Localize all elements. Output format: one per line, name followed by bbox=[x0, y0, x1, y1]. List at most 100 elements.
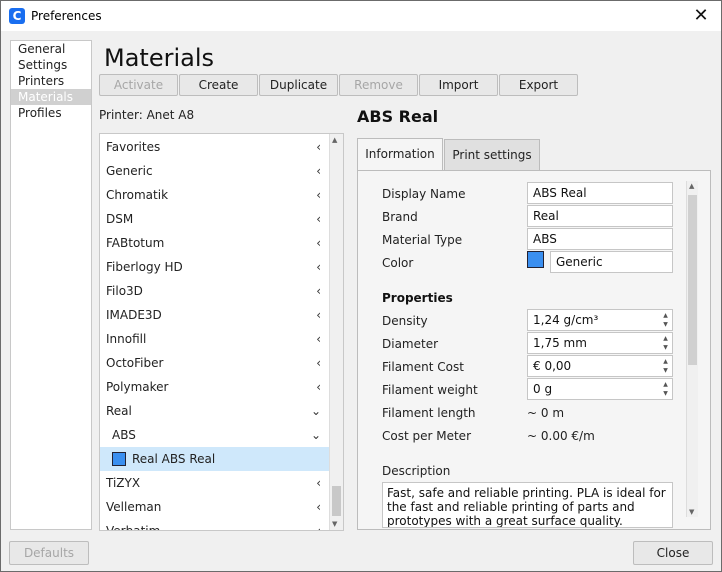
information-panel-scrollbar[interactable]: ▲ ▼ bbox=[686, 181, 698, 517]
material-detail-title: ABS Real bbox=[357, 107, 439, 126]
cost-per-meter-label: Cost per Meter bbox=[382, 429, 471, 443]
list-item-label: Velleman bbox=[106, 500, 162, 514]
list-item-fiberlogy-hd[interactable]: Fiberlogy HD ‹ bbox=[100, 255, 329, 279]
remove-button[interactable]: Remove bbox=[339, 74, 418, 96]
material-list-scrollbar[interactable]: ▲ ▼ bbox=[329, 134, 343, 530]
diameter-stepper[interactable]: 1,75 mm ▲ ▼ bbox=[527, 332, 673, 354]
list-item-chromatik[interactable]: Chromatik ‹ bbox=[100, 183, 329, 207]
diameter-value: 1,75 mm bbox=[533, 336, 587, 350]
list-item-fabtotum[interactable]: FABtotum ‹ bbox=[100, 231, 329, 255]
list-item-velleman[interactable]: Velleman ‹ bbox=[100, 495, 329, 519]
chevron-left-icon[interactable]: ‹ bbox=[316, 159, 321, 183]
title-bar: C Preferences ✕ bbox=[0, 0, 722, 31]
chevron-left-icon[interactable]: ‹ bbox=[316, 471, 321, 495]
list-item-polymaker[interactable]: Polymaker ‹ bbox=[100, 375, 329, 399]
scrollbar-thumb[interactable] bbox=[688, 195, 697, 365]
sidebar-item-materials[interactable]: Materials bbox=[11, 89, 91, 105]
filament-cost-value: € 0,00 bbox=[533, 359, 572, 373]
sidebar-item-general[interactable]: General bbox=[11, 41, 91, 57]
brand-field[interactable]: Real bbox=[527, 205, 673, 227]
cost-per-meter-value: ~ 0.00 €/m bbox=[527, 429, 595, 443]
list-item-verbatim[interactable]: Verbatim ‹ bbox=[100, 519, 329, 531]
scroll-up-icon[interactable]: ▲ bbox=[689, 182, 694, 190]
page-title: Materials bbox=[104, 44, 215, 72]
close-icon[interactable]: ✕ bbox=[691, 4, 711, 28]
filament-weight-label: Filament weight bbox=[382, 383, 478, 397]
diameter-spin-arrows[interactable]: ▲ ▼ bbox=[660, 334, 671, 352]
list-item-abs[interactable]: ABS ⌄ bbox=[100, 423, 329, 447]
list-item-label: ABS bbox=[112, 428, 136, 442]
list-item-label: Verbatim bbox=[106, 524, 161, 531]
density-label: Density bbox=[382, 314, 428, 328]
tab-print-settings[interactable]: Print settings bbox=[444, 139, 540, 170]
filament-cost-label: Filament Cost bbox=[382, 360, 464, 374]
display-name-label: Display Name bbox=[382, 187, 466, 201]
list-item-dsm[interactable]: DSM ‹ bbox=[100, 207, 329, 231]
list-item-label: Favorites bbox=[106, 140, 161, 154]
sidebar-item-profiles[interactable]: Profiles bbox=[11, 105, 91, 121]
list-item-octofiber[interactable]: OctoFiber ‹ bbox=[100, 351, 329, 375]
list-item-generic[interactable]: Generic ‹ bbox=[100, 159, 329, 183]
material-type-field[interactable]: ABS bbox=[527, 228, 673, 250]
description-textarea[interactable]: Fast, safe and reliable printing. PLA is… bbox=[382, 482, 673, 528]
chevron-left-icon[interactable]: ‹ bbox=[316, 207, 321, 231]
list-item-label: Real bbox=[106, 404, 132, 418]
density-stepper[interactable]: 1,24 g/cm³ ▲ ▼ bbox=[527, 309, 673, 331]
list-item-label: Fiberlogy HD bbox=[106, 260, 183, 274]
filament-cost-spin-arrows[interactable]: ▲ ▼ bbox=[660, 357, 671, 375]
scroll-up-icon[interactable]: ▲ bbox=[332, 136, 337, 144]
list-item-label: Filo3D bbox=[106, 284, 143, 298]
chevron-down-icon[interactable]: ⌄ bbox=[311, 399, 321, 423]
sidebar-item-settings[interactable]: Settings bbox=[11, 57, 91, 73]
defaults-button[interactable]: Defaults bbox=[9, 541, 89, 565]
filament-cost-stepper[interactable]: € 0,00 ▲ ▼ bbox=[527, 355, 673, 377]
chevron-left-icon[interactable]: ‹ bbox=[316, 375, 321, 399]
brand-label: Brand bbox=[382, 210, 418, 224]
chevron-left-icon[interactable]: ‹ bbox=[316, 255, 321, 279]
chevron-left-icon[interactable]: ‹ bbox=[316, 519, 321, 530]
chevron-left-icon[interactable]: ‹ bbox=[316, 279, 321, 303]
list-item-favorites[interactable]: Favorites ‹ bbox=[100, 135, 329, 159]
display-name-field[interactable]: ABS Real bbox=[527, 182, 673, 204]
sidebar-item-printers[interactable]: Printers bbox=[11, 73, 91, 89]
close-button[interactable]: Close bbox=[633, 541, 713, 565]
scroll-down-icon[interactable]: ▼ bbox=[332, 520, 337, 528]
filament-length-value: ~ 0 m bbox=[527, 406, 565, 420]
import-button[interactable]: Import bbox=[419, 74, 498, 96]
export-button[interactable]: Export bbox=[499, 74, 578, 96]
filament-weight-value: 0 g bbox=[533, 382, 553, 396]
printer-label: Printer: Anet A8 bbox=[99, 108, 195, 122]
scrollbar-thumb[interactable] bbox=[332, 486, 341, 516]
properties-heading: Properties bbox=[382, 291, 453, 305]
chevron-left-icon[interactable]: ‹ bbox=[316, 135, 321, 159]
duplicate-button[interactable]: Duplicate bbox=[259, 74, 338, 96]
chevron-left-icon[interactable]: ‹ bbox=[316, 303, 321, 327]
list-item-label: OctoFiber bbox=[106, 356, 164, 370]
chevron-left-icon[interactable]: ‹ bbox=[316, 231, 321, 255]
activate-button[interactable]: Activate bbox=[99, 74, 178, 96]
density-spin-arrows[interactable]: ▲ ▼ bbox=[660, 311, 671, 329]
filament-weight-spin-arrows[interactable]: ▲ ▼ bbox=[660, 380, 671, 398]
color-name-field[interactable]: Generic bbox=[550, 251, 673, 273]
chevron-left-icon[interactable]: ‹ bbox=[316, 351, 321, 375]
list-item-real[interactable]: Real ⌄ bbox=[100, 399, 329, 423]
chevron-down-icon[interactable]: ⌄ bbox=[311, 423, 321, 447]
scroll-down-icon[interactable]: ▼ bbox=[689, 508, 694, 516]
chevron-left-icon[interactable]: ‹ bbox=[316, 495, 321, 519]
list-item-imade3d[interactable]: IMADE3D ‹ bbox=[100, 303, 329, 327]
list-item-filo3d[interactable]: Filo3D ‹ bbox=[100, 279, 329, 303]
filament-length-label: Filament length bbox=[382, 406, 476, 420]
list-item-label: FABtotum bbox=[106, 236, 165, 250]
list-item-innofill[interactable]: Innofill ‹ bbox=[100, 327, 329, 351]
color-swatch-button[interactable] bbox=[527, 251, 544, 268]
list-item-tizyx[interactable]: TiZYX ‹ bbox=[100, 471, 329, 495]
chevron-left-icon[interactable]: ‹ bbox=[316, 183, 321, 207]
list-item-label: IMADE3D bbox=[106, 308, 162, 322]
tab-information[interactable]: Information bbox=[357, 138, 443, 171]
filament-weight-stepper[interactable]: 0 g ▲ ▼ bbox=[527, 378, 673, 400]
chevron-left-icon[interactable]: ‹ bbox=[316, 327, 321, 351]
list-item-real-abs-real[interactable]: Real ABS Real bbox=[100, 447, 329, 471]
density-value: 1,24 g/cm³ bbox=[533, 313, 599, 327]
create-button[interactable]: Create bbox=[179, 74, 258, 96]
material-color-swatch bbox=[112, 452, 126, 466]
